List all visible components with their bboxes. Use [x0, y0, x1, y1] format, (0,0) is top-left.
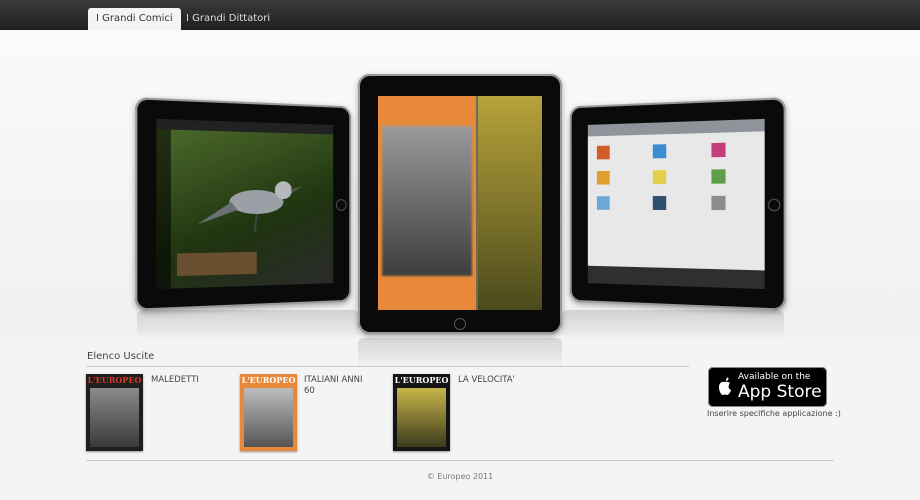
- section-title: Elenco Uscite: [87, 351, 155, 362]
- reflection: [358, 338, 562, 368]
- footer-divider: [86, 460, 834, 461]
- bird-picture: [197, 181, 303, 233]
- ipad-right-screen: [587, 118, 765, 290]
- ipad-left-image: [135, 97, 352, 311]
- footer-copyright: © Europeo 2011: [426, 472, 494, 481]
- top-nav-bar: I Grandi Comici I Grandi Dittatori: [0, 0, 920, 30]
- app-store-caption: Inserire specifiche applicazione :): [707, 409, 841, 418]
- badge-small-text: Available on the: [738, 372, 811, 382]
- ipad-right-image: [569, 97, 786, 311]
- cover-photo: [244, 388, 293, 447]
- home-button: [767, 198, 781, 212]
- apple-icon: [719, 377, 731, 395]
- cover-masthead: L'EUROPEO: [87, 375, 142, 385]
- issue-title[interactable]: ITALIANI ANNI 60: [304, 375, 366, 397]
- issue-cover-maledetti[interactable]: L'EUROPEO: [86, 374, 143, 451]
- reflection: [562, 310, 784, 340]
- issue-title[interactable]: LA VELOCITA': [458, 375, 528, 386]
- issue-title[interactable]: MALEDETTI: [151, 375, 221, 386]
- tab-i-grandi-comici[interactable]: I Grandi Comici: [88, 8, 181, 30]
- badge-big-text: App Store: [738, 382, 822, 402]
- ipad-center-screen: [378, 96, 542, 310]
- home-button: [454, 318, 466, 330]
- app-store-badge[interactable]: Available on the App Store: [708, 367, 827, 407]
- hero-banner: [0, 30, 920, 368]
- cover-photo: [397, 388, 446, 447]
- tab-i-grandi-dittatori[interactable]: I Grandi Dittatori: [178, 8, 278, 30]
- issue-cover-italiani-anni-60[interactable]: L'EUROPEO: [240, 374, 297, 451]
- issue-cover-la-velocita[interactable]: L'EUROPEO: [393, 374, 450, 451]
- ipad-left-screen: [156, 118, 334, 290]
- section-divider: [86, 366, 689, 367]
- cover-masthead: L'EUROPEO: [241, 375, 296, 385]
- cover-photo: [90, 388, 139, 447]
- home-button: [335, 199, 347, 211]
- ipad-center-image: [358, 74, 562, 334]
- reflection: [137, 310, 359, 340]
- cover-masthead: L'EUROPEO: [394, 375, 449, 385]
